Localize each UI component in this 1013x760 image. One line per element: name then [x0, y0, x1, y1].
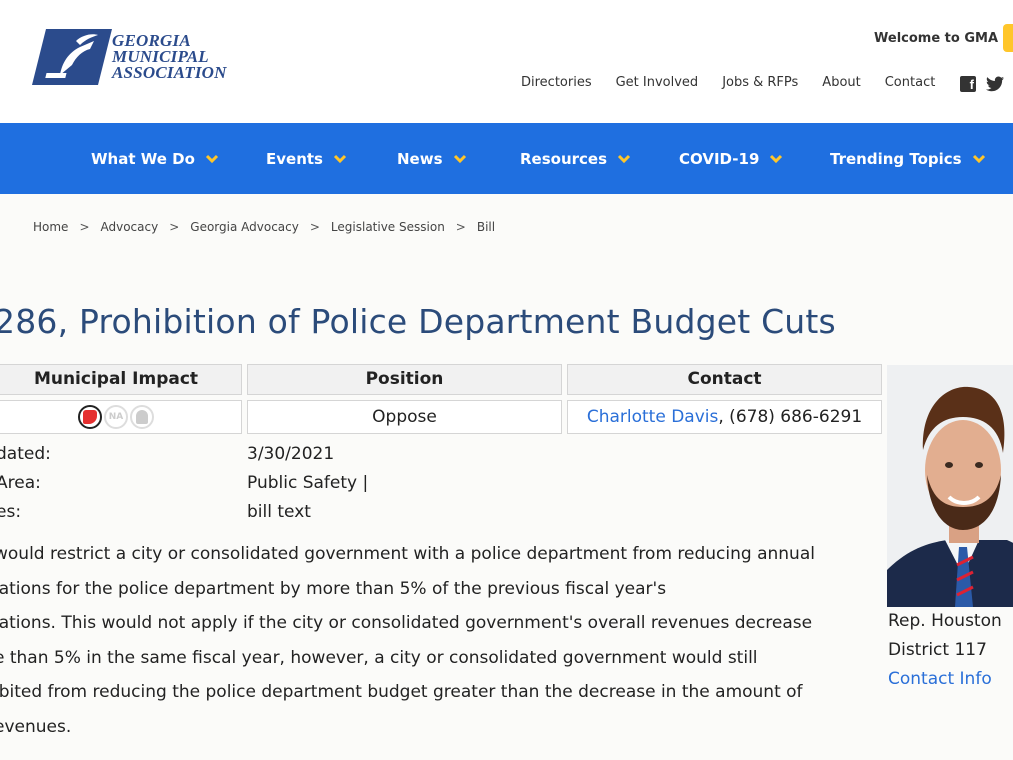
header-contact: Contact: [567, 364, 882, 395]
chevron-down-icon: [972, 154, 985, 164]
description-line: evenues.: [0, 716, 72, 737]
chevron-down-icon: [205, 154, 218, 164]
breadcrumb-separator: >: [309, 220, 320, 234]
breadcrumb: Home > Advocacy > Georgia Advocacy > Legislati…: [33, 220, 495, 234]
nav-label: What We Do: [91, 150, 195, 168]
description-line: iations. This would not apply if the cit…: [0, 613, 813, 634]
chevron-down-icon: [453, 154, 466, 164]
meta-label-area: Area:: [0, 473, 41, 493]
logo-line-3: ASSOCIATION: [112, 63, 227, 82]
welcome-text: Welcome to GMA: [874, 31, 999, 46]
representative-name: Rep. Houston: [888, 611, 1002, 631]
representative-photo: [887, 365, 1013, 607]
nav-label: Resources: [520, 150, 608, 168]
logo-wordmark: GEORGIA MUNICIPAL ASSOCIATION: [112, 32, 227, 82]
utility-nav: Directories Get Involved Jobs & RFPs Abo…: [521, 75, 959, 90]
position-value: Oppose: [247, 400, 562, 434]
breadcrumb-georgia-advocacy[interactable]: Georgia Advocacy: [190, 220, 299, 234]
chevron-down-icon: [617, 154, 631, 164]
description-line: ibited from reducing the police departme…: [0, 682, 803, 703]
header-municipal-impact: Municipal Impact: [0, 364, 242, 395]
nav-resources[interactable]: Resources: [520, 150, 631, 168]
login-button[interactable]: [1003, 24, 1013, 52]
gma-logo-mark-icon: [32, 29, 112, 85]
meta-value-updated: 3/30/2021: [247, 444, 335, 464]
description-line: iations for the police department by mor…: [0, 578, 667, 599]
bill-description: would restrict a city or consolidated go…: [0, 537, 874, 745]
chevron-down-icon: [770, 154, 783, 164]
breadcrumb-legislative-session[interactable]: Legislative Session: [331, 220, 445, 234]
contact-name-link[interactable]: Charlotte Davis: [587, 407, 719, 427]
breadcrumb-separator: >: [169, 220, 180, 234]
twitter-icon[interactable]: [986, 76, 1004, 92]
utility-link-jobs[interactable]: Jobs & RFPs: [722, 75, 798, 90]
na-icon: NA: [104, 405, 128, 429]
nav-events[interactable]: Events: [266, 150, 347, 168]
meta-label-files: es:: [0, 502, 22, 522]
thumbs-down-icon: [78, 405, 102, 429]
nav-label: News: [397, 150, 443, 168]
chevron-down-icon: [333, 154, 347, 164]
breadcrumb-bill: Bill: [476, 220, 496, 234]
description-line: e than 5% in the same fiscal year, howev…: [0, 647, 758, 668]
nav-news[interactable]: News: [397, 150, 467, 168]
breadcrumb-home[interactable]: Home: [33, 220, 68, 234]
representative-district: District 117: [888, 640, 987, 660]
nav-label: COVID-19: [679, 150, 760, 168]
representative-contact-link[interactable]: Contact Info: [888, 669, 992, 689]
nav-label: Events: [266, 150, 323, 168]
breadcrumb-advocacy[interactable]: Advocacy: [101, 220, 159, 234]
contact-cell: Charlotte Davis, (678) 686-6291: [567, 400, 882, 434]
description-line: would restrict a city or consolidated go…: [0, 544, 815, 564]
social-links: f: [960, 76, 1004, 92]
breadcrumb-separator: >: [455, 220, 466, 234]
breadcrumb-separator: >: [79, 220, 90, 234]
site-header: GEORGIA MUNICIPAL ASSOCIATION Welcome to…: [0, 0, 1013, 123]
thumbs-up-icon: [130, 405, 154, 429]
gma-logo[interactable]: GEORGIA MUNICIPAL ASSOCIATION: [32, 27, 226, 89]
nav-trending-topics[interactable]: Trending Topics: [830, 150, 986, 168]
nav-covid-19[interactable]: COVID-19: [679, 150, 783, 168]
utility-link-contact[interactable]: Contact: [885, 75, 936, 90]
header-position: Position: [247, 364, 562, 395]
page-title: 286, Prohibition of Police Department Bu…: [0, 302, 836, 341]
utility-link-get-involved[interactable]: Get Involved: [616, 75, 699, 90]
nav-what-we-do[interactable]: What We Do: [91, 150, 219, 168]
bill-text-link[interactable]: bill text: [247, 502, 311, 522]
meta-value-area: Public Safety |: [247, 473, 369, 493]
utility-link-directories[interactable]: Directories: [521, 75, 592, 90]
portrait-illustration: [887, 365, 1013, 607]
contact-phone: , (678) 686-6291: [718, 407, 863, 427]
main-nav: What We Do Events News Resources COVID-1…: [0, 123, 1013, 194]
meta-label-updated: dated:: [0, 444, 51, 464]
utility-link-about[interactable]: About: [822, 75, 860, 90]
facebook-icon[interactable]: f: [960, 76, 976, 92]
municipal-impact-cell: NA: [0, 400, 242, 434]
nav-label: Trending Topics: [830, 150, 962, 168]
